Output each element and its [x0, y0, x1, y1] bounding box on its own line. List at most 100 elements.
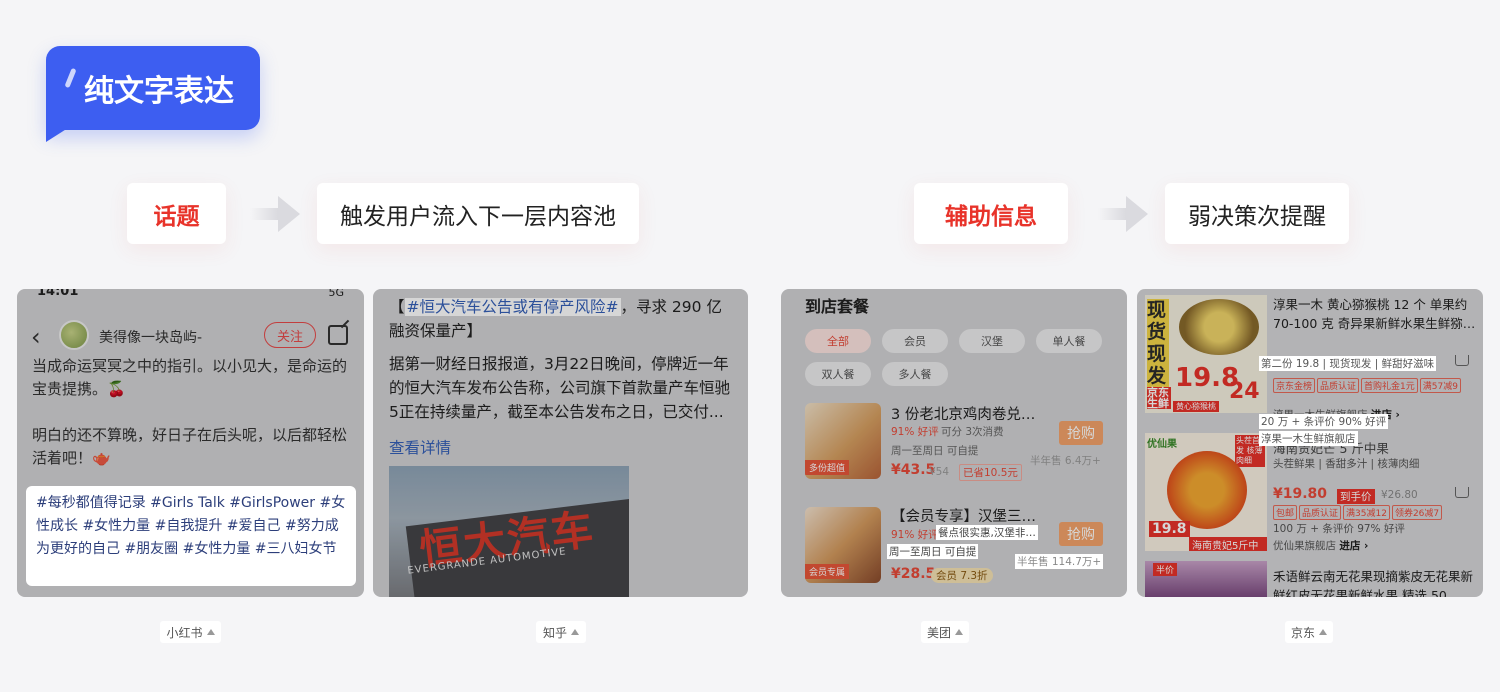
price: ¥28.5: [891, 566, 936, 582]
avatar[interactable]: [59, 320, 89, 350]
image-tag: 会员专属: [805, 564, 850, 579]
filter-chip[interactable]: 多人餐: [882, 362, 948, 386]
sales-count: 半年售 114.7万+: [1015, 554, 1104, 569]
status-time: 14:01: [37, 289, 79, 299]
tag: 首购礼金1元: [1361, 378, 1418, 393]
back-icon[interactable]: ‹: [31, 323, 41, 351]
image-tag: 多份超值: [805, 460, 850, 475]
image-price: 19.8: [1149, 521, 1190, 537]
follow-button[interactable]: 关注: [264, 322, 316, 348]
image-caption: 黄心猕猴桃: [1173, 401, 1219, 412]
filter-chip[interactable]: 双人餐: [805, 362, 871, 386]
product-title[interactable]: 淳果一木 黄心猕猴桃 12 个 单果约 70-100 克 奇异果新鲜水果生鲜猕…: [1273, 295, 1481, 333]
product-image[interactable]: 现货现发 京东生鲜 19.8 24 黄心猕猴桃: [1145, 295, 1267, 413]
original-price: ¥26.80: [1381, 489, 1418, 501]
author-name[interactable]: 美得像一块岛屿-: [99, 327, 202, 347]
arrow-right-icon: [250, 196, 302, 232]
filter-chip[interactable]: 全部: [805, 329, 871, 353]
post-text-line: 活着吧！🫖: [32, 449, 111, 467]
price: ¥19.80: [1273, 486, 1328, 502]
jd-card: 现货现发 京东生鲜 19.8 24 黄心猕猴桃 淳果一木 黄心猕猴桃 12 个 …: [1137, 289, 1483, 597]
meituan-card: 到店套餐 全部 会员 汉堡 单人餐 双人餐 多人餐 多份超值 3 份老北京鸡肉卷…: [781, 289, 1127, 597]
post-text-line: 宝贵提携。🍒: [32, 380, 126, 398]
slash-icon: [64, 67, 77, 89]
review-snippet: 餐点很实惠,汉堡非…: [936, 525, 1038, 540]
read-more-link[interactable]: 查看详情: [389, 436, 451, 458]
platform-name: 知乎: [542, 625, 567, 640]
image-headline: 现货现发: [1147, 299, 1169, 387]
platform-label-zhihu: 知乎: [536, 621, 586, 643]
badge-label: 纯文字表达: [84, 74, 234, 109]
caret-up-icon: [955, 629, 963, 635]
hashtag-block[interactable]: #每秒都值得记录 #Girls Talk #GirlsPower #女性成长 #…: [26, 486, 356, 586]
share-icon[interactable]: [328, 325, 348, 345]
buy-button[interactable]: 抢购: [1059, 421, 1103, 445]
product-name[interactable]: 【会员专享】汉堡三…: [891, 505, 1036, 526]
caret-up-icon: [1319, 629, 1327, 635]
product-image[interactable]: 优仙果 头茬首发 核薄肉细 19.8 海南贵妃5斤中果: [1145, 433, 1267, 551]
saving-badge: 已省10.5元: [959, 464, 1022, 481]
post-text-line: 当成命运冥冥之中的指引。以小见大，是命运的: [32, 357, 348, 375]
product-title[interactable]: 禾语鲜云南无花果现摘紫皮无花果新鲜红皮无花果新鲜水果 精选 50…: [1273, 567, 1481, 597]
enter-shop-link[interactable]: 进店 ›: [1339, 540, 1368, 552]
platform-label-meituan: 美团: [921, 621, 969, 643]
rating: 91% 好评: [891, 426, 939, 438]
buy-button[interactable]: 抢购: [1059, 522, 1103, 546]
caret-up-icon: [206, 629, 215, 635]
product-name[interactable]: 3 份老北京鸡肉卷兑…: [891, 403, 1035, 424]
original-price: ¥54: [929, 466, 950, 478]
platform-label-xiaohongshu: 小红书: [160, 621, 221, 643]
cart-icon[interactable]: [1455, 487, 1469, 498]
tag: 包邮: [1273, 505, 1298, 520]
filter-chip[interactable]: 会员: [882, 329, 948, 353]
platform-name: 美团: [927, 625, 952, 640]
image-count: 24: [1229, 379, 1260, 404]
arrow-right-icon: [1098, 196, 1150, 232]
topic-tag[interactable]: #恒大汽车公告或有停产风险#: [404, 298, 621, 316]
section-title: 到店套餐: [805, 297, 870, 316]
product-image[interactable]: 多份超值: [805, 403, 881, 479]
rating: 91% 好评: [891, 529, 939, 541]
availability: 周一至周日 可自提: [887, 544, 979, 559]
review-count: 100 万 + 条评价 97% 好评: [1273, 523, 1405, 535]
status-signal: 5G: [328, 289, 344, 299]
platform-name: 京东: [1291, 625, 1316, 640]
flow-label-topic: 话题: [127, 183, 226, 244]
tag: 品质认证: [1317, 378, 1360, 393]
tag: 领券26减7: [1391, 505, 1443, 520]
sales-count: 半年售 6.4万+: [1030, 455, 1101, 467]
filter-chip[interactable]: 单人餐: [1036, 329, 1102, 353]
cart-icon[interactable]: [1455, 355, 1469, 366]
availability: 周一至周日 可自提: [891, 445, 979, 457]
price-tag: 到手价: [1337, 489, 1375, 504]
platform-label-jd: 京东: [1285, 621, 1333, 643]
filter-chip[interactable]: 汉堡: [959, 329, 1025, 353]
tag-row: 包邮 品质认证 满35减12 领券26减7: [1273, 505, 1444, 520]
shop-name: 优仙果旗舰店 进店 ›: [1273, 538, 1368, 553]
xiaohongshu-card: 14:01 5G ‹ 美得像一块岛屿- 关注 当成命运冥冥之中的指引。以小见大，…: [17, 289, 364, 597]
title-badge: 纯文字表达: [46, 46, 260, 142]
shop-name: 淳果一木生鲜旗舰店: [1259, 431, 1358, 446]
image-brand: 京东生鲜: [1147, 386, 1171, 410]
zhihu-card: 【#恒大汽车公告或有停产风险# ，寻求 290 亿融资保量产】 据第一财经日报报道…: [373, 289, 748, 597]
post-body: 据第一财经日报报道，3月22日晚间，停牌近一年的恒大汽车发布公告称，公司旗下首款…: [389, 355, 731, 421]
post-image[interactable]: 恒大汽车 EVERGRANDE AUTOMOTIVE: [389, 466, 629, 597]
flow-label-aux: 辅助信息: [914, 183, 1068, 244]
flow-desc-aux: 弱决策次提醒: [1165, 183, 1349, 244]
tag: 满57减9: [1419, 378, 1461, 393]
shop-name-text: 优仙果旗舰店: [1273, 540, 1336, 552]
product-subtitle: 头茬鲜果 | 香甜多汁 | 核薄肉细: [1273, 458, 1420, 470]
image-caption: 海南贵妃5斤中果: [1189, 537, 1267, 551]
post-title: 【#恒大汽车公告或有停产风险# ，寻求 290 亿融资保量产】: [389, 295, 729, 343]
bracket-open: 【: [389, 298, 405, 316]
image-tag: 半价: [1153, 563, 1178, 576]
post-text-line: 明白的还不算晚，好日子在后头呢，以后都轻松: [32, 426, 348, 444]
flow-desc-topic: 触发用户流入下一层内容池: [317, 183, 639, 244]
image-brand: 优仙果: [1147, 439, 1177, 450]
platform-name: 小红书: [166, 625, 203, 640]
caret-up-icon: [571, 629, 579, 635]
product-image[interactable]: 会员专属: [805, 507, 881, 583]
product-image[interactable]: 半价: [1145, 561, 1267, 597]
tag: 品质认证: [1299, 505, 1342, 520]
product-info: 可分 3次消费: [941, 426, 1004, 438]
